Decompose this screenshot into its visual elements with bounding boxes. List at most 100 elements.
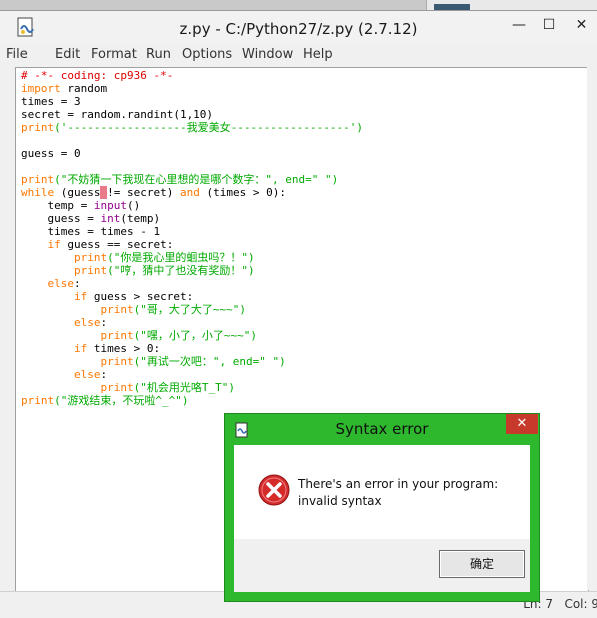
code-line[interactable]: secret = random.randint(1,10) (21, 108, 363, 121)
code-token: int (100, 212, 121, 225)
code-token: ("不妨猜一下我现在心里想的是哪个数字：", end=" ") (54, 173, 339, 186)
code-token: print (100, 381, 134, 394)
code-line[interactable]: print("哼，猜中了也没有奖励！") (21, 264, 363, 277)
code-line[interactable]: print("你是我心里的蛔虫吗？！") (21, 251, 363, 264)
code-token: # -*- coding: cp936 -*- (21, 69, 174, 82)
code-token: guess == secret: (60, 238, 174, 251)
code-token: : (100, 368, 108, 381)
code-line[interactable]: else: (21, 368, 363, 381)
error-message: There's an error in your program: invali… (298, 476, 498, 510)
code-token: ("机会用光咯T_T") (133, 381, 235, 394)
vertical-scrollbar[interactable] (587, 67, 597, 590)
code-line[interactable]: if guess > secret: (21, 290, 363, 303)
code-token: () (126, 199, 141, 212)
code-line[interactable]: import random (21, 82, 363, 95)
dialog-footer: 确定 (234, 539, 530, 592)
code-line[interactable]: print('------------------我爱美女-----------… (21, 121, 363, 134)
code-token: secret = random.randint(1,10) (21, 108, 214, 121)
code-token: input (93, 199, 127, 212)
code-token: else (73, 368, 101, 381)
menu-run[interactable]: Run (146, 47, 171, 62)
code-line[interactable]: else: (21, 316, 363, 329)
code-token: if (47, 238, 61, 251)
menu-bar: File Edit Format Run Options Window Help (0, 45, 597, 67)
code-token: ("哥，大了大了~~~") (133, 303, 246, 316)
code-token: (temp) (120, 212, 161, 225)
code-token: guess = 0 (21, 147, 81, 160)
code-token: ("再试一次吧：", end=" ") (133, 355, 286, 368)
menu-options[interactable]: Options (182, 47, 232, 62)
dialog-body: There's an error in your program: invali… (234, 445, 530, 539)
menu-window[interactable]: Window (242, 47, 293, 62)
code-line[interactable]: print("嘿，小了，小了~~~") (21, 329, 363, 342)
code-token: ("哼，猜中了也没有奖励！") (107, 264, 255, 277)
menu-format[interactable]: Format (91, 47, 137, 62)
code-token: print (73, 251, 108, 264)
code-token: (guess (54, 186, 101, 199)
code-line[interactable]: if times > 0: (21, 342, 363, 355)
ok-button[interactable]: 确定 (439, 550, 525, 578)
code-line[interactable]: print("再试一次吧：", end=" ") (21, 355, 363, 368)
code-token: guess > secret: (87, 290, 194, 303)
error-message-line2: invalid syntax (298, 494, 382, 508)
code-token: temp = (21, 199, 94, 212)
code-line[interactable] (21, 134, 363, 147)
menu-file[interactable]: File (6, 47, 28, 62)
code-token: != secret) (107, 186, 180, 199)
code-token: times > 0: (87, 342, 161, 355)
title-bar: z.py - C:/Python27/z.py (2.7.12) — ☐ ✕ (0, 11, 597, 45)
code-token: (times > 0): (199, 186, 286, 199)
error-icon (258, 474, 290, 506)
code-token: : (74, 277, 81, 290)
code-line[interactable]: temp = input() (21, 199, 363, 212)
code-token: guess = (21, 212, 101, 225)
maximize-button[interactable]: ☐ (535, 15, 563, 35)
code-line[interactable]: if guess == secret: (21, 238, 363, 251)
code-token: print (100, 303, 134, 316)
code-line[interactable]: guess = 0 (21, 147, 363, 160)
code-line[interactable]: times = 3 (21, 95, 363, 108)
code-line[interactable]: # -*- coding: cp936 -*- (21, 69, 363, 82)
code-token: ("嘿，小了，小了~~~") (133, 329, 257, 342)
close-button[interactable]: ✕ (566, 15, 597, 35)
code-line[interactable]: print("机会用光咯T_T") (21, 381, 363, 394)
code-line[interactable]: print("哥，大了大了~~~") (21, 303, 363, 316)
code-line[interactable]: while (guess != secret) and (times > 0): (21, 186, 363, 199)
menu-help[interactable]: Help (303, 47, 333, 62)
code-text[interactable]: # -*- coding: cp936 -*- import random time… (21, 69, 363, 407)
code-token: if (73, 342, 88, 355)
code-line[interactable]: print("游戏结束，不玩啦^_^") (21, 394, 363, 407)
code-token: print (100, 355, 134, 368)
code-token: and (179, 186, 200, 199)
dialog-title: Syntax error (335, 420, 429, 438)
code-token: print (21, 394, 55, 407)
code-token: ("游戏结束，不玩啦^_^") (54, 394, 189, 407)
syntax-error-dialog: Syntax error ✕ There's an error in your … (224, 413, 540, 602)
dialog-close-button[interactable]: ✕ (506, 414, 538, 434)
code-token: print (21, 173, 55, 186)
minimize-button[interactable]: — (505, 15, 533, 35)
code-token: print (73, 264, 108, 277)
error-message-line1: There's an error in your program: (298, 477, 499, 491)
code-line[interactable]: print("不妨猜一下我现在心里想的是哪个数字：", end=" ") (21, 173, 363, 186)
code-token: else (47, 277, 75, 290)
code-line[interactable]: else: (21, 277, 363, 290)
code-token: print (100, 329, 134, 342)
code-token: random (60, 82, 108, 95)
code-line[interactable] (21, 160, 363, 173)
code-token: ('------------------我爱美女----------------… (54, 121, 364, 134)
menu-edit[interactable]: Edit (55, 47, 80, 62)
code-line[interactable]: guess = int(temp) (21, 212, 363, 225)
code-line[interactable]: times = times - 1 (21, 225, 363, 238)
